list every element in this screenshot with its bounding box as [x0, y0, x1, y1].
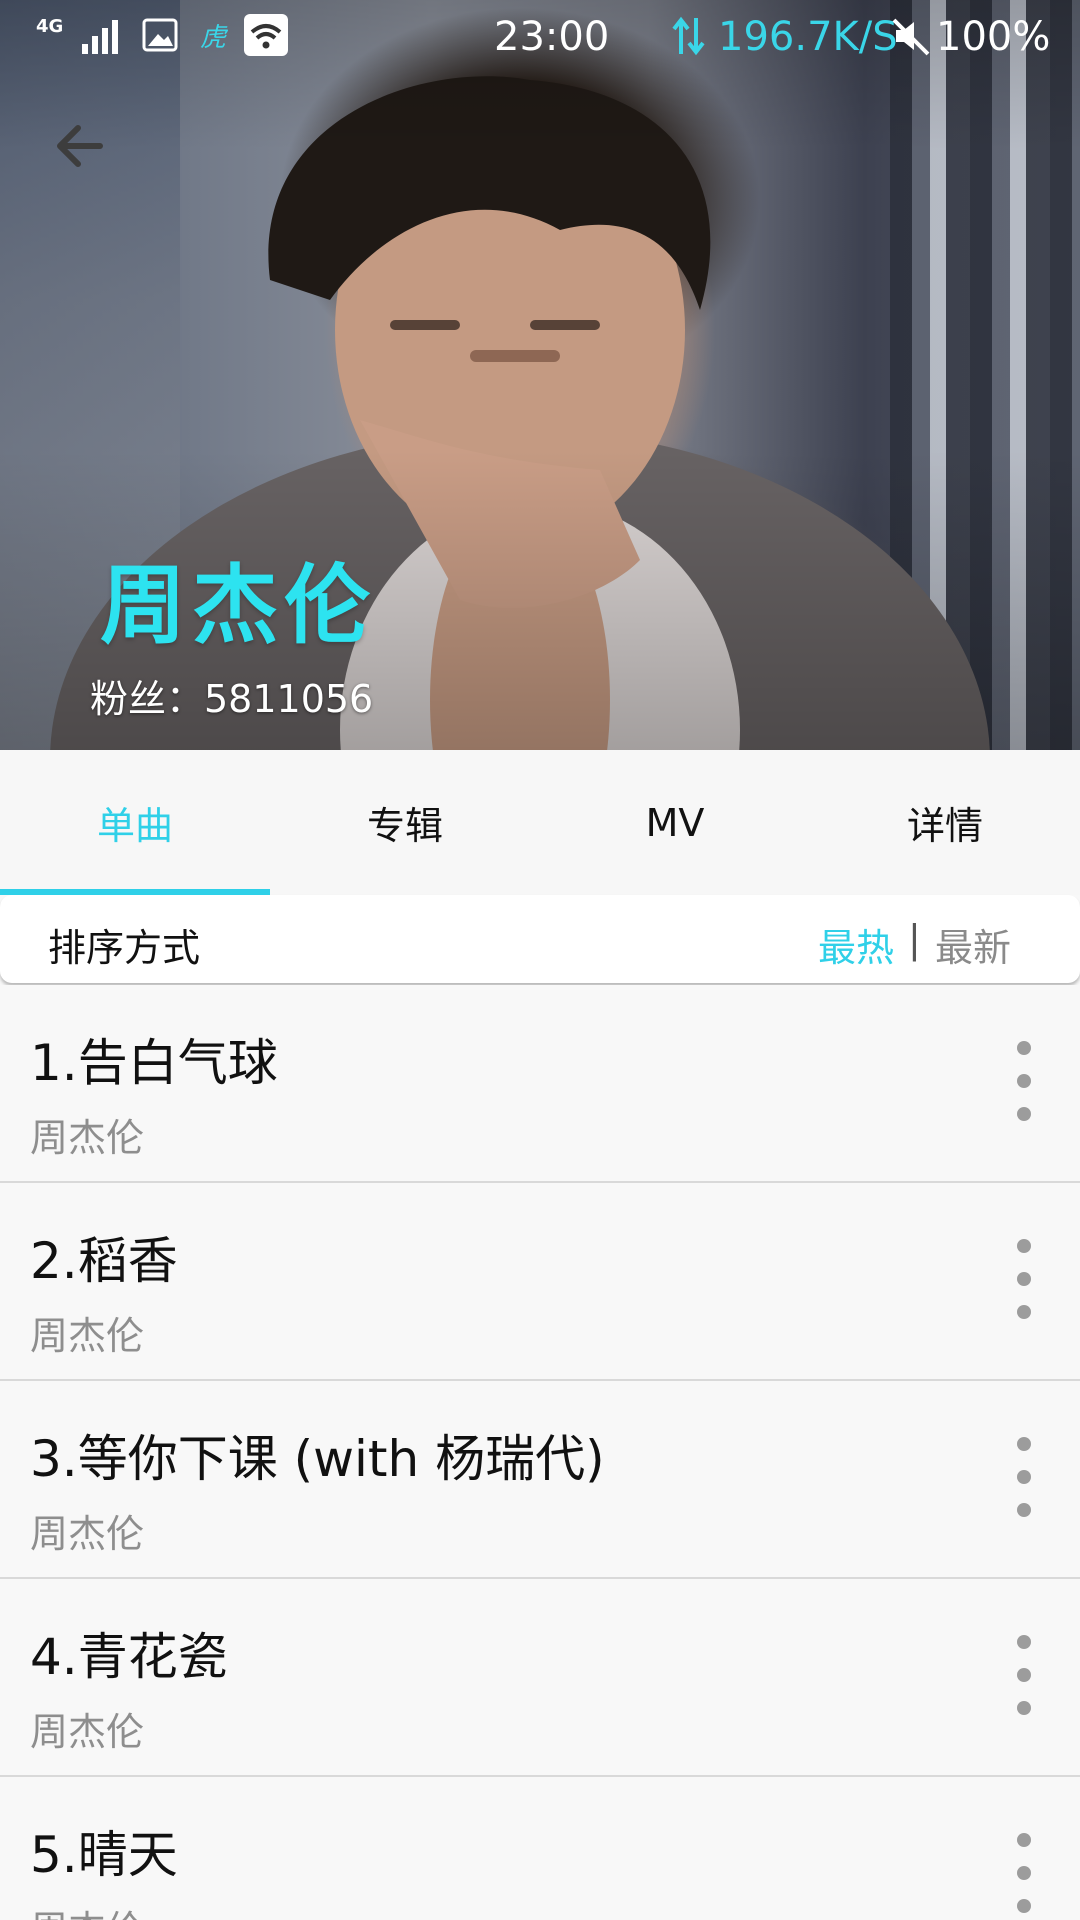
network-speed: 196.7K/S	[718, 14, 898, 60]
song-item[interactable]: 4.青花瓷 周杰伦	[0, 1579, 1080, 1777]
song-title: 1.告白气球	[30, 1034, 278, 1092]
sort-new-option[interactable]: 最新	[935, 917, 1011, 972]
fans-count: 粉丝：5811056	[90, 677, 374, 721]
song-list: 1.告白气球 周杰伦 2.稻香 周杰伦 3.等你下课 (with 杨瑞代) 周杰…	[0, 985, 1080, 1920]
sort-label: 排序方式	[48, 926, 201, 970]
more-options-icon[interactable]	[1014, 1833, 1034, 1913]
tab-label: MV	[645, 800, 705, 845]
more-options-icon[interactable]	[1014, 1041, 1034, 1121]
tab-label: 专辑	[366, 804, 443, 848]
tab-singles[interactable]: 单曲	[0, 750, 270, 895]
tab-albums[interactable]: 专辑	[270, 750, 540, 895]
song-item[interactable]: 5.晴天 周杰伦	[0, 1777, 1080, 1920]
song-title: 2.稻香	[30, 1232, 178, 1290]
song-title: 4.青花瓷	[30, 1628, 228, 1686]
battery-level: 100%	[936, 14, 1051, 60]
song-artist: 周杰伦	[30, 1710, 145, 1754]
status-bar: 4G 虎 23:00 196.7K/S 100%	[0, 0, 1080, 75]
clock: 23:00	[494, 14, 610, 60]
back-arrow-icon[interactable]	[48, 110, 120, 182]
mute-icon	[892, 18, 930, 56]
song-item[interactable]: 2.稻香 周杰伦	[0, 1183, 1080, 1381]
image-notification-icon	[142, 18, 178, 52]
sort-bar: 排序方式 最热 | 最新	[0, 895, 1080, 983]
artist-name: 周杰伦	[100, 556, 376, 656]
artist-page: 4G 虎 23:00 196.7K/S 100% 周杰伦 粉丝：5811056 …	[0, 0, 1080, 1920]
wifi-icon	[244, 14, 288, 56]
sort-separator: |	[908, 917, 921, 961]
data-transfer-icon	[672, 16, 705, 56]
svg-text:虎: 虎	[200, 23, 228, 52]
tab-label: 单曲	[96, 804, 173, 848]
song-artist: 周杰伦	[30, 1116, 145, 1160]
song-artist: 周杰伦	[30, 1512, 145, 1556]
tab-mv[interactable]: MV	[540, 750, 810, 895]
song-item[interactable]: 3.等你下课 (with 杨瑞代) 周杰伦	[0, 1381, 1080, 1579]
signal-icon	[82, 20, 118, 54]
song-artist: 周杰伦	[30, 1899, 144, 1920]
more-options-icon[interactable]	[1014, 1635, 1034, 1715]
song-artist: 周杰伦	[30, 1314, 145, 1358]
song-title: 5.晴天	[30, 1826, 178, 1884]
song-item[interactable]: 1.告白气球 周杰伦	[0, 985, 1080, 1183]
app-notification-icon: 虎	[200, 23, 228, 52]
tab-details[interactable]: 详情	[810, 750, 1080, 895]
tab-bar: 单曲 专辑 MV 详情	[0, 750, 1080, 895]
network-indicator: 4G	[36, 16, 64, 37]
tab-label: 详情	[906, 804, 983, 848]
more-options-icon[interactable]	[1014, 1239, 1034, 1319]
song-title: 3.等你下课 (with 杨瑞代)	[30, 1430, 605, 1488]
sort-hot-option[interactable]: 最热	[818, 917, 894, 972]
more-options-icon[interactable]	[1014, 1437, 1034, 1517]
